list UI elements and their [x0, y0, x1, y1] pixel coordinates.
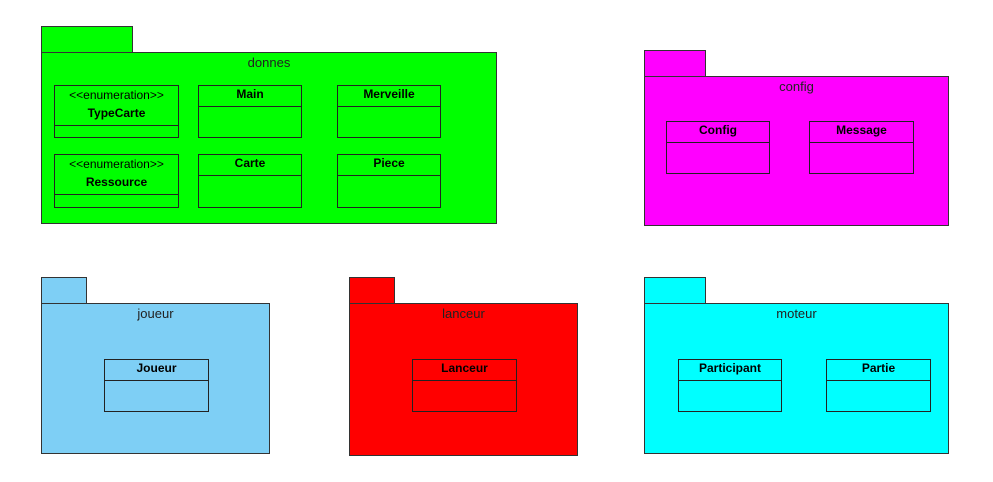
class-message[interactable]: Message: [809, 121, 914, 174]
class-config[interactable]: Config: [666, 121, 770, 174]
class-title: Piece: [373, 156, 405, 170]
class-title: Carte: [234, 156, 266, 170]
class-main[interactable]: Main: [198, 85, 302, 138]
class-stereotype: <<enumeration>>: [69, 157, 164, 171]
package-tab: [41, 26, 133, 53]
class-typecarte[interactable]: <<enumeration>> TypeCarte: [54, 85, 179, 138]
class-stereotype: <<enumeration>>: [69, 88, 164, 102]
package-tab: [41, 277, 87, 304]
class-title: Ressource: [85, 175, 148, 189]
class-title: Participant: [698, 361, 761, 375]
package-name: config: [779, 79, 814, 94]
class-title: TypeCarte: [87, 106, 146, 120]
class-title: Message: [836, 123, 887, 137]
package-tab: [644, 50, 706, 77]
class-lanceur[interactable]: Lanceur: [412, 359, 517, 412]
package-name: donnes: [247, 55, 291, 70]
class-participant[interactable]: Participant: [678, 359, 782, 412]
package-tab: [349, 277, 395, 304]
package-name: moteur: [776, 306, 817, 321]
class-joueur[interactable]: Joueur: [104, 359, 209, 412]
class-title: Config: [699, 123, 737, 137]
class-merveille[interactable]: Merveille: [337, 85, 441, 138]
class-ressource[interactable]: <<enumeration>> Ressource: [54, 154, 179, 208]
class-title: Joueur: [136, 361, 177, 375]
package-tab: [644, 277, 706, 304]
package-name: joueur: [137, 306, 174, 321]
class-title: Lanceur: [441, 361, 488, 375]
class-title: Main: [236, 87, 264, 101]
package-name: lanceur: [442, 306, 485, 321]
class-piece[interactable]: Piece: [337, 154, 441, 208]
class-partie[interactable]: Partie: [826, 359, 931, 412]
class-title: Partie: [861, 361, 896, 375]
class-carte[interactable]: Carte: [198, 154, 302, 208]
class-title: Merveille: [363, 87, 415, 101]
